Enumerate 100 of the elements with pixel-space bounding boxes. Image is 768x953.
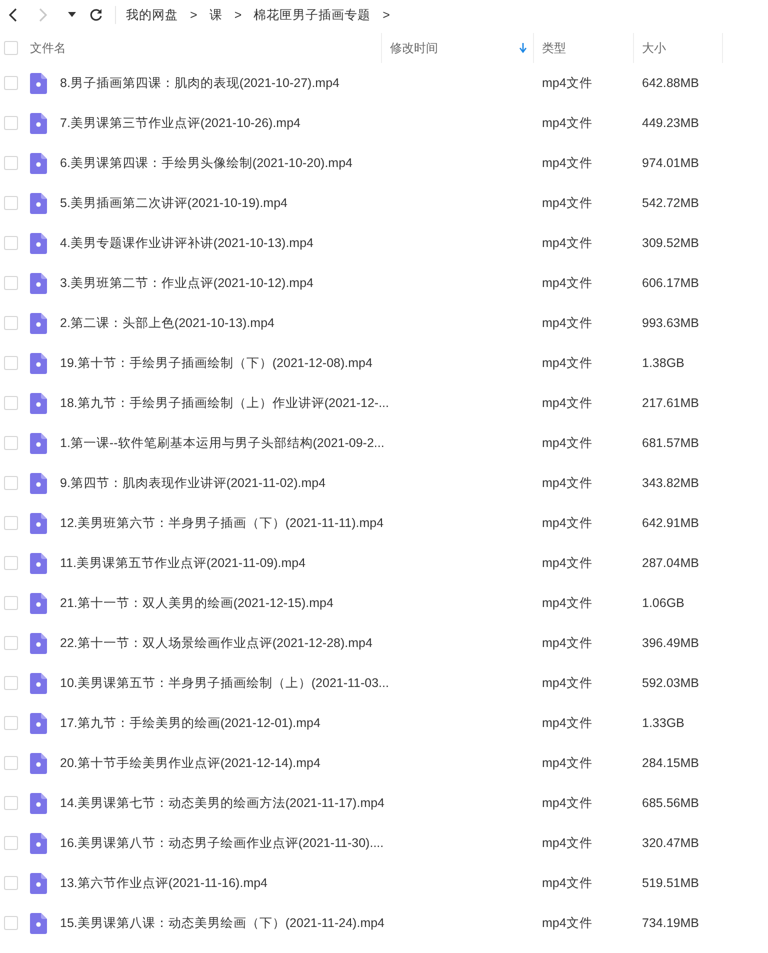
dropdown-icon[interactable] <box>68 12 76 18</box>
file-size: 1.06GB <box>641 596 686 610</box>
file-name[interactable]: 5.美男插画第二次讲评(2021-10-19).mp4 <box>60 194 288 212</box>
file-name[interactable]: 9.第四节：肌肉表现作业讲评(2021-11-02).mp4 <box>60 474 326 492</box>
video-file-icon <box>30 272 47 294</box>
file-name[interactable]: 6.美男课第四课：手绘男头像绘制(2021-10-20).mp4 <box>60 154 352 172</box>
file-type: mp4文件 <box>541 274 594 292</box>
file-type: mp4文件 <box>541 394 594 412</box>
file-type: mp4文件 <box>541 554 594 572</box>
column-header[interactable]: 类型 <box>534 33 634 63</box>
file-name[interactable]: 13.第六节作业点评(2021-11-16).mp4 <box>60 874 268 892</box>
file-name[interactable]: 3.美男班第二节：作业点评(2021-10-12).mp4 <box>60 274 314 292</box>
breadcrumb-separator: > <box>234 8 242 22</box>
file-type: mp4文件 <box>541 474 594 492</box>
file-name[interactable]: 7.美男课第三节作业点评(2021-10-26).mp4 <box>60 114 300 132</box>
row-checkbox[interactable] <box>4 196 18 210</box>
file-name[interactable]: 1.第一课--软件笔刷基本运用与男子头部结构(2021-09-2... <box>60 434 384 452</box>
row-checkbox[interactable] <box>4 916 18 930</box>
file-type: mp4文件 <box>541 674 594 692</box>
file-name[interactable]: 12.美男班第六节：半身男子插画（下）(2021-11-11).mp4 <box>60 514 384 532</box>
column-header[interactable]: 文件名 <box>26 33 382 63</box>
row-checkbox[interactable] <box>4 476 18 490</box>
file-type: mp4文件 <box>541 794 594 812</box>
file-size: 974.01MB <box>641 156 700 170</box>
file-name[interactable]: 4.美男专题课作业讲评补讲(2021-10-13).mp4 <box>60 234 314 252</box>
row-checkbox[interactable] <box>4 556 18 570</box>
video-file-icon <box>30 672 47 694</box>
breadcrumb-link[interactable]: 我的网盘 <box>126 6 178 24</box>
video-file-icon <box>30 392 47 414</box>
row-checkbox[interactable] <box>4 76 18 90</box>
row-checkbox[interactable] <box>4 316 18 330</box>
file-size: 309.52MB <box>641 236 700 250</box>
file-size: 606.17MB <box>641 276 700 290</box>
file-size: 217.61MB <box>641 396 700 410</box>
video-file-icon <box>30 312 47 334</box>
file-type: mp4文件 <box>541 434 594 452</box>
row-checkbox[interactable] <box>4 716 18 730</box>
file-name[interactable]: 11.美男课第五节作业点评(2021-11-09).mp4 <box>60 554 306 572</box>
video-file-icon <box>30 592 47 614</box>
file-name[interactable]: 16.美男课第八节：动态男子绘画作业点评(2021-11-30).... <box>60 834 384 852</box>
row-checkbox[interactable] <box>4 396 18 410</box>
column-header[interactable]: 大小 <box>634 33 723 63</box>
file-size: 1.38GB <box>641 356 686 370</box>
row-checkbox[interactable] <box>4 236 18 250</box>
row-checkbox[interactable] <box>4 636 18 650</box>
row-checkbox[interactable] <box>4 756 18 770</box>
video-file-icon <box>30 832 47 854</box>
row-checkbox[interactable] <box>4 596 18 610</box>
row-checkbox[interactable] <box>4 836 18 850</box>
file-type: mp4文件 <box>541 234 594 252</box>
file-size: 542.72MB <box>641 196 700 210</box>
file-name[interactable]: 22.第十一节：双人场景绘画作业点评(2021-12-28).mp4 <box>60 634 372 652</box>
file-name[interactable]: 17.第九节：手绘美男的绘画(2021-12-01).mp4 <box>60 714 320 732</box>
file-type: mp4文件 <box>541 754 594 772</box>
row-checkbox[interactable] <box>4 116 18 130</box>
video-file-icon <box>30 872 47 894</box>
file-size: 519.51MB <box>641 876 700 890</box>
file-name[interactable]: 15.美男课第八课：动态美男绘画（下）(2021-11-24).mp4 <box>60 914 385 932</box>
file-name[interactable]: 2.第二课：头部上色(2021-10-13).mp4 <box>60 314 274 332</box>
file-type: mp4文件 <box>541 634 594 652</box>
file-name[interactable]: 14.美男课第七节：动态美男的绘画方法(2021-11-17).mp4 <box>60 794 385 812</box>
breadcrumb-link[interactable]: 棉花匣男子插画专题 <box>254 6 371 24</box>
video-file-icon <box>30 472 47 494</box>
row-checkbox[interactable] <box>4 876 18 890</box>
file-name[interactable]: 10.美男课第五节：半身男子插画绘制（上）(2021-11-03... <box>60 674 389 692</box>
row-checkbox[interactable] <box>4 436 18 450</box>
row-checkbox[interactable] <box>4 276 18 290</box>
row-checkbox[interactable] <box>4 516 18 530</box>
file-name[interactable]: 18.第九节：手绘男子插画绘制（上）作业讲评(2021-12-... <box>60 394 389 412</box>
file-name[interactable]: 20.第十节手绘美男作业点评(2021-12-14).mp4 <box>60 754 320 772</box>
file-size: 993.63MB <box>641 316 700 330</box>
refresh-icon[interactable] <box>89 8 103 22</box>
file-size: 1.33GB <box>641 716 686 730</box>
row-checkbox[interactable] <box>4 156 18 170</box>
video-file-icon <box>30 152 47 174</box>
breadcrumb-link[interactable]: 课 <box>209 6 222 24</box>
file-name[interactable]: 8.男子插画第四课：肌肉的表现(2021-10-27).mp4 <box>60 74 340 92</box>
video-file-icon <box>30 232 47 254</box>
video-file-icon <box>30 432 47 454</box>
select-all-checkbox[interactable] <box>4 41 18 55</box>
file-type: mp4文件 <box>541 314 594 332</box>
file-size: 681.57MB <box>641 436 700 450</box>
row-checkbox[interactable] <box>4 676 18 690</box>
video-file-icon <box>30 112 47 134</box>
column-header[interactable]: 修改时间 <box>382 33 534 63</box>
row-checkbox[interactable] <box>4 796 18 810</box>
video-file-icon <box>30 792 47 814</box>
file-type: mp4文件 <box>541 114 594 132</box>
file-size: 320.47MB <box>641 836 700 850</box>
sort-arrow-icon[interactable] <box>519 43 527 53</box>
file-type: mp4文件 <box>541 194 594 212</box>
breadcrumb-separator: > <box>190 8 198 22</box>
back-icon[interactable] <box>8 8 18 22</box>
video-file-icon <box>30 512 47 534</box>
file-type: mp4文件 <box>541 714 594 732</box>
row-checkbox[interactable] <box>4 356 18 370</box>
file-name[interactable]: 21.第十一节：双人美男的绘画(2021-12-15).mp4 <box>60 594 334 612</box>
video-file-icon <box>30 352 47 374</box>
video-file-icon <box>30 912 47 934</box>
file-name[interactable]: 19.第十节：手绘男子插画绘制（下）(2021-12-08).mp4 <box>60 354 372 372</box>
